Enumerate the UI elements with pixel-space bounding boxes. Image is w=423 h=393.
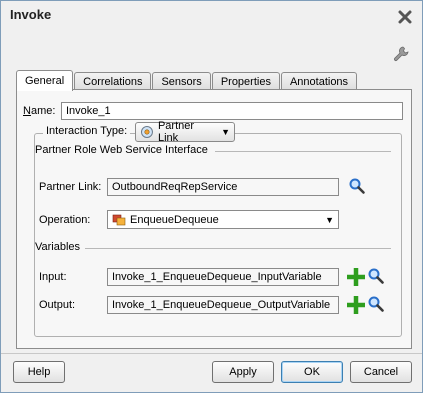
input-label: Input: <box>39 271 67 283</box>
plus-icon[interactable] <box>347 296 365 314</box>
magnifier-icon[interactable] <box>367 267 385 285</box>
interaction-type-value: Partner Link <box>157 120 195 144</box>
ok-button[interactable]: OK <box>281 361 343 383</box>
dialog-title: Invoke <box>10 7 52 22</box>
apply-button[interactable]: Apply <box>212 361 274 383</box>
output-variable-field[interactable]: Invoke_1_EnqueueDequeue_OutputVariable <box>107 296 339 314</box>
tab-bar: General Correlations Sensors Properties … <box>16 70 358 91</box>
close-icon[interactable] <box>397 9 413 25</box>
interaction-type-label: Interaction Type: <box>43 125 131 137</box>
chevron-down-icon: ▼ <box>325 214 334 225</box>
general-tab-panel: Name: Invoke_1 Interaction Type: Partner… <box>16 89 412 349</box>
operation-label: Operation: <box>39 214 91 226</box>
variables-divider <box>85 248 391 249</box>
partner-link-label: Partner Link: <box>39 181 102 193</box>
partner-link-field[interactable]: OutboundReqRepService <box>107 178 339 196</box>
wrench-icon[interactable] <box>392 45 410 63</box>
plus-icon[interactable] <box>347 268 365 286</box>
interaction-type-dropdown[interactable]: Partner Link ▼ <box>135 120 235 144</box>
operation-select[interactable]: EnqueueDequeue ▼ <box>107 210 339 229</box>
name-label: Name: <box>23 105 56 117</box>
chevron-down-icon: ▼ <box>221 127 230 137</box>
input-variable-field[interactable]: Invoke_1_EnqueueDequeue_InputVariable <box>107 268 339 286</box>
cancel-button[interactable]: Cancel <box>350 361 412 383</box>
variables-title: Variables <box>35 241 81 253</box>
magnifier-icon[interactable] <box>348 177 366 195</box>
name-label-text: ame: <box>30 105 56 117</box>
tab-general[interactable]: General <box>16 70 74 91</box>
section-divider <box>215 151 391 152</box>
interaction-type-group: Interaction Type: Partner Link ▼ Partner… <box>34 120 402 337</box>
name-field[interactable]: Invoke_1 <box>61 102 403 120</box>
section-title: Partner Role Web Service Interface <box>35 144 208 156</box>
operation-value: EnqueueDequeue <box>130 213 219 226</box>
help-button[interactable]: Help <box>13 361 65 383</box>
invoke-dialog: Invoke General Correlations Sensors Prop… <box>0 0 423 393</box>
footer-divider <box>1 353 422 354</box>
partner-link-icon <box>140 126 153 138</box>
operation-icon <box>112 214 126 225</box>
output-label: Output: <box>39 299 76 311</box>
magnifier-icon[interactable] <box>367 295 385 313</box>
